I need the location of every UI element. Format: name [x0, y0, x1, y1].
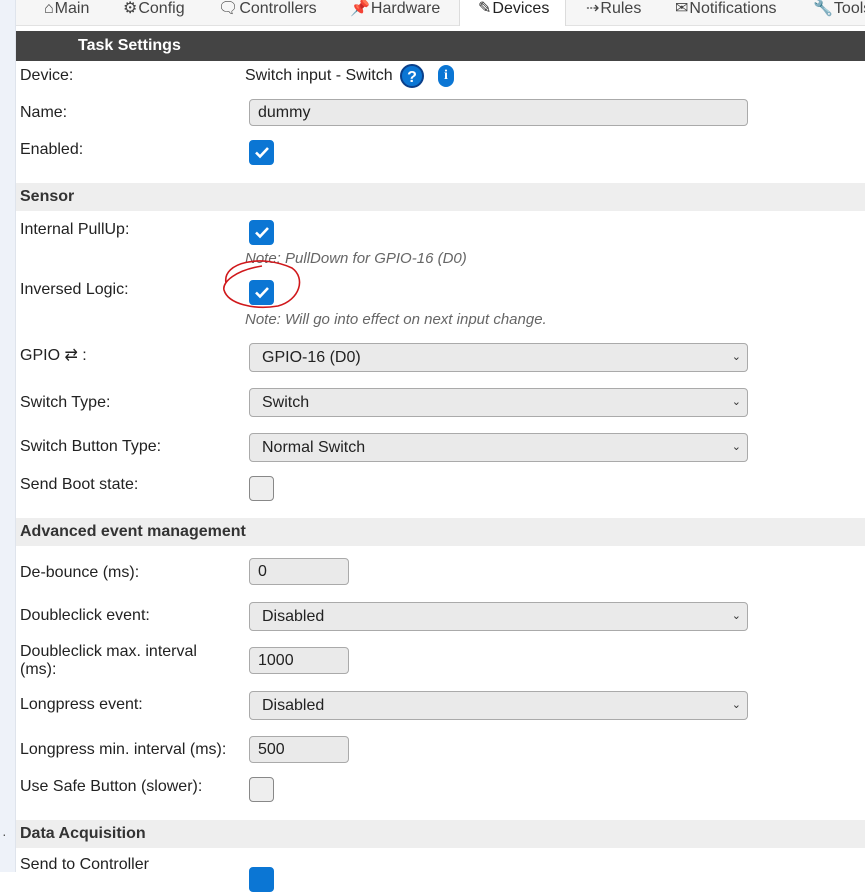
tab-notifications[interactable]: ✉Notifications [675, 0, 777, 26]
chevron-down-icon: ⌄ [731, 441, 741, 453]
data-acquisition-section-header: Data Acquisition [16, 820, 865, 848]
tab-rules[interactable]: ⇢Rules [586, 0, 641, 26]
longpress-interval-input[interactable]: 500 [249, 736, 349, 763]
tab-label: Notifications [689, 0, 777, 17]
tab-label: Devices [492, 0, 550, 17]
send-boot-state-label: Send Boot state: [20, 476, 139, 493]
envelope-icon: ✉ [675, 0, 689, 17]
pullup-note: Note: PullDown for GPIO-16 (D0) [245, 250, 467, 267]
inversed-logic-label: Inversed Logic: [20, 281, 129, 298]
tab-tools[interactable]: 🔧Tools [813, 0, 865, 26]
longpress-interval-label: Longpress min. interval (ms): [20, 741, 227, 758]
tab-config[interactable]: ⚙Config [123, 0, 185, 26]
left-gutter [0, 0, 16, 872]
chevron-down-icon: ⌄ [731, 610, 741, 622]
advanced-section-header: Advanced event management [16, 518, 865, 546]
chevron-down-icon: ⌄ [731, 699, 741, 711]
tab-controllers[interactable]: 🗨Controllers [218, 0, 317, 26]
tab-label: Hardware [370, 0, 441, 17]
tab-label: Config [138, 0, 185, 17]
safe-button-checkbox[interactable] [249, 777, 274, 802]
info-icon[interactable]: i [438, 65, 454, 87]
tab-hardware[interactable]: 📌Hardware [350, 0, 440, 26]
switch-button-type-label: Switch Button Type: [20, 438, 162, 455]
send-to-controller-label: Send to Controller [20, 856, 149, 873]
home-icon: ⌂ [44, 0, 54, 17]
debounce-input[interactable]: 0 [249, 558, 349, 585]
longpress-select-value: Disabled [262, 697, 325, 714]
checkmark-icon [255, 287, 269, 299]
device-label: Device: [20, 67, 74, 84]
pencil-icon: ✎ [478, 0, 492, 17]
sensor-section-header: Sensor [16, 183, 865, 211]
switch-button-type-select-value: Normal Switch [262, 439, 366, 456]
inversed-note: Note: Will go into effect on next input … [245, 311, 547, 328]
send-to-controller-checkbox[interactable] [249, 867, 274, 892]
tab-label: Rules [600, 0, 642, 17]
doubleclick-select[interactable]: Disabled ⌄ [249, 602, 748, 631]
doubleclick-select-value: Disabled [262, 608, 325, 625]
chevron-down-icon: ⌄ [731, 396, 741, 408]
safe-button-label: Use Safe Button (slower): [20, 778, 203, 795]
tab-main[interactable]: ⌂Main [44, 0, 89, 26]
switch-button-type-select[interactable]: Normal Switch ⌄ [249, 433, 748, 462]
checkmark-icon [255, 227, 269, 239]
doubleclick-interval-label: Doubleclick max. interval (ms): [20, 643, 197, 679]
inversed-logic-checkbox[interactable] [249, 280, 274, 305]
arrow-right-icon: ⇢ [586, 0, 600, 17]
checkmark-icon [255, 147, 269, 159]
tab-label: Main [54, 0, 90, 17]
gpio-select-value: GPIO-16 (D0) [262, 349, 361, 366]
gear-icon: ⚙ [123, 0, 138, 17]
chevron-down-icon: ⌄ [731, 351, 741, 363]
tab-label: Controllers [239, 0, 317, 17]
enabled-checkbox[interactable] [249, 140, 274, 165]
pushpin-icon: 📌 [350, 0, 370, 17]
internal-pullup-checkbox[interactable] [249, 220, 274, 245]
switch-type-select-value: Switch [262, 394, 310, 411]
task-settings-header: Task Settings [16, 31, 865, 61]
gutter-dot: · [2, 826, 7, 842]
send-boot-state-checkbox[interactable] [249, 476, 274, 501]
tab-devices[interactable]: ✎Devices [459, 0, 567, 26]
chat-bubble-icon: 🗨 [218, 0, 239, 17]
switch-type-label: Switch Type: [20, 394, 111, 411]
doubleclick-interval-label-line1: Doubleclick max. interval [20, 643, 197, 660]
tab-label: Tools [833, 0, 865, 17]
name-label: Name: [20, 104, 68, 121]
gpio-label: GPIO ⇄ : [20, 347, 87, 364]
switch-type-select[interactable]: Switch ⌄ [249, 388, 748, 417]
wrench-icon: 🔧 [813, 0, 833, 17]
longpress-label: Longpress event: [20, 696, 143, 713]
device-value: Switch input - Switch [245, 67, 393, 84]
debounce-label: De-bounce (ms): [20, 564, 140, 581]
doubleclick-interval-label-line2: (ms): [20, 661, 57, 678]
internal-pullup-label: Internal PullUp: [20, 221, 130, 238]
longpress-select[interactable]: Disabled ⌄ [249, 691, 748, 720]
enabled-label: Enabled: [20, 141, 84, 158]
tab-bar: ⌂Main ⚙Config 🗨Controllers 📌Hardware ✎De… [16, 0, 865, 26]
doubleclick-interval-input[interactable]: 1000 [249, 647, 349, 674]
doubleclick-label: Doubleclick event: [20, 607, 150, 624]
name-input[interactable]: dummy [249, 99, 748, 126]
help-icon[interactable]: ? [400, 64, 424, 88]
gpio-select[interactable]: GPIO-16 (D0) ⌄ [249, 343, 748, 372]
